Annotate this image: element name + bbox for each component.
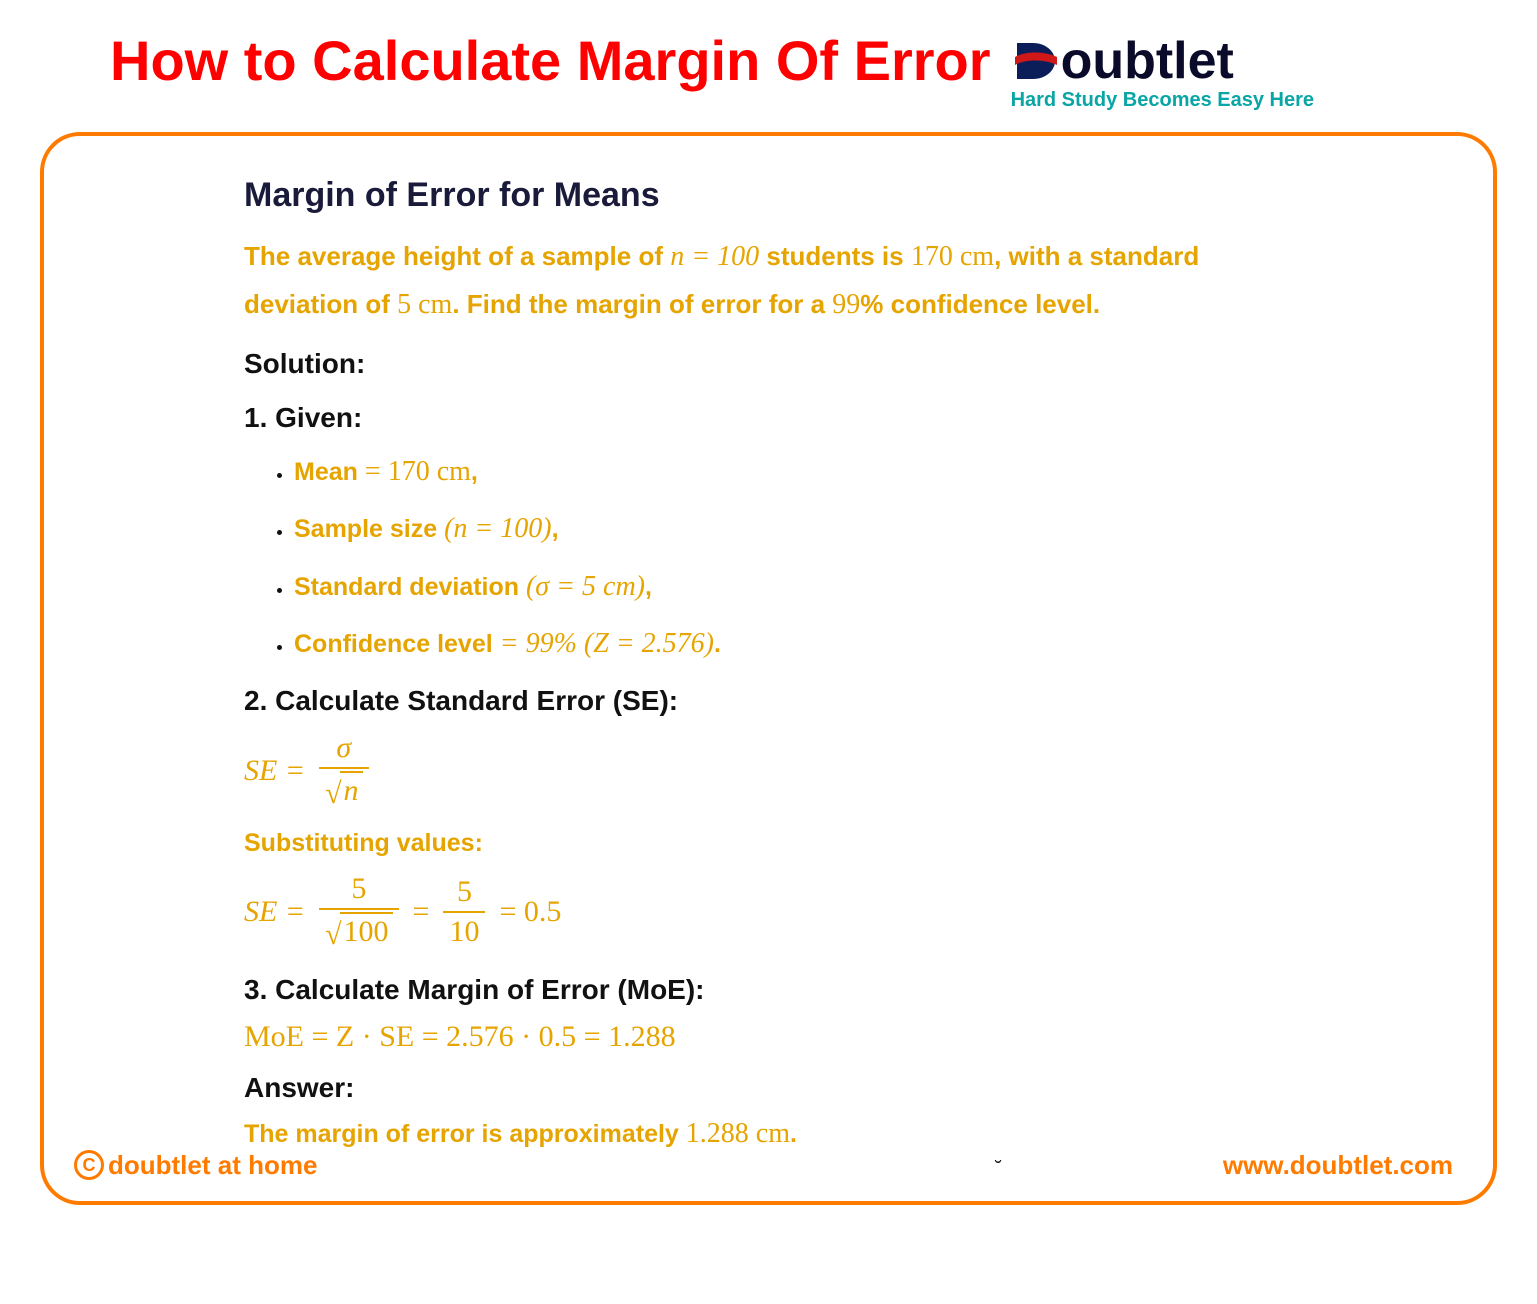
- se-formula: SE = σ √n: [244, 731, 1453, 811]
- footer-url: www.doubtlet.com: [1223, 1150, 1453, 1181]
- problem-statement: The average height of a sample of n = 10…: [244, 233, 1453, 328]
- substituting-label: Substituting values:: [244, 829, 1453, 858]
- list-item: Standard deviation (σ = 5 cm),: [294, 567, 1453, 606]
- step-3-heading: 3. Calculate Margin of Error (MoE):: [244, 974, 1453, 1006]
- doubtlet-d-icon: [1011, 37, 1059, 85]
- page-title: How to Calculate Margin Of Error: [110, 30, 991, 92]
- footer-credit: Cdoubtlet at home: [74, 1150, 317, 1181]
- list-item: Confidence level = 99% (Z = 2.576).: [294, 624, 1453, 663]
- list-item: Mean = 170 cm,: [294, 452, 1453, 491]
- moe-formula: MoE = Z · SE = 2.576 · 0.5 = 1.288: [244, 1020, 1453, 1054]
- brand-name-rest: oubtlet: [1061, 35, 1234, 87]
- step-1-heading: 1. Given:: [244, 402, 1453, 434]
- step-2-heading: 2. Calculate Standard Error (SE):: [244, 685, 1453, 717]
- given-list: Mean = 170 cm, Sample size (n = 100), St…: [244, 452, 1453, 663]
- section-title: Margin of Error for Means: [244, 176, 1453, 215]
- answer-text: The margin of error is approximately 1.2…: [244, 1118, 1453, 1150]
- list-item: Sample size (n = 100),: [294, 509, 1453, 548]
- copyright-icon: C: [74, 1150, 104, 1180]
- se-substitution: SE = 5 √100 = 5 10 = 0.5: [244, 872, 1453, 952]
- brand-logo: oubtlet Hard Study Becomes Easy Here: [1011, 35, 1314, 112]
- solution-label: Solution:: [244, 348, 1453, 380]
- answer-label: Answer:: [244, 1072, 1453, 1104]
- page: How to Calculate Margin Of Error oubtlet…: [0, 0, 1537, 1245]
- brand-tagline: Hard Study Becomes Easy Here: [1011, 89, 1314, 112]
- header: How to Calculate Margin Of Error oubtlet…: [40, 30, 1497, 112]
- content-card: Margin of Error for Means The average he…: [40, 132, 1497, 1205]
